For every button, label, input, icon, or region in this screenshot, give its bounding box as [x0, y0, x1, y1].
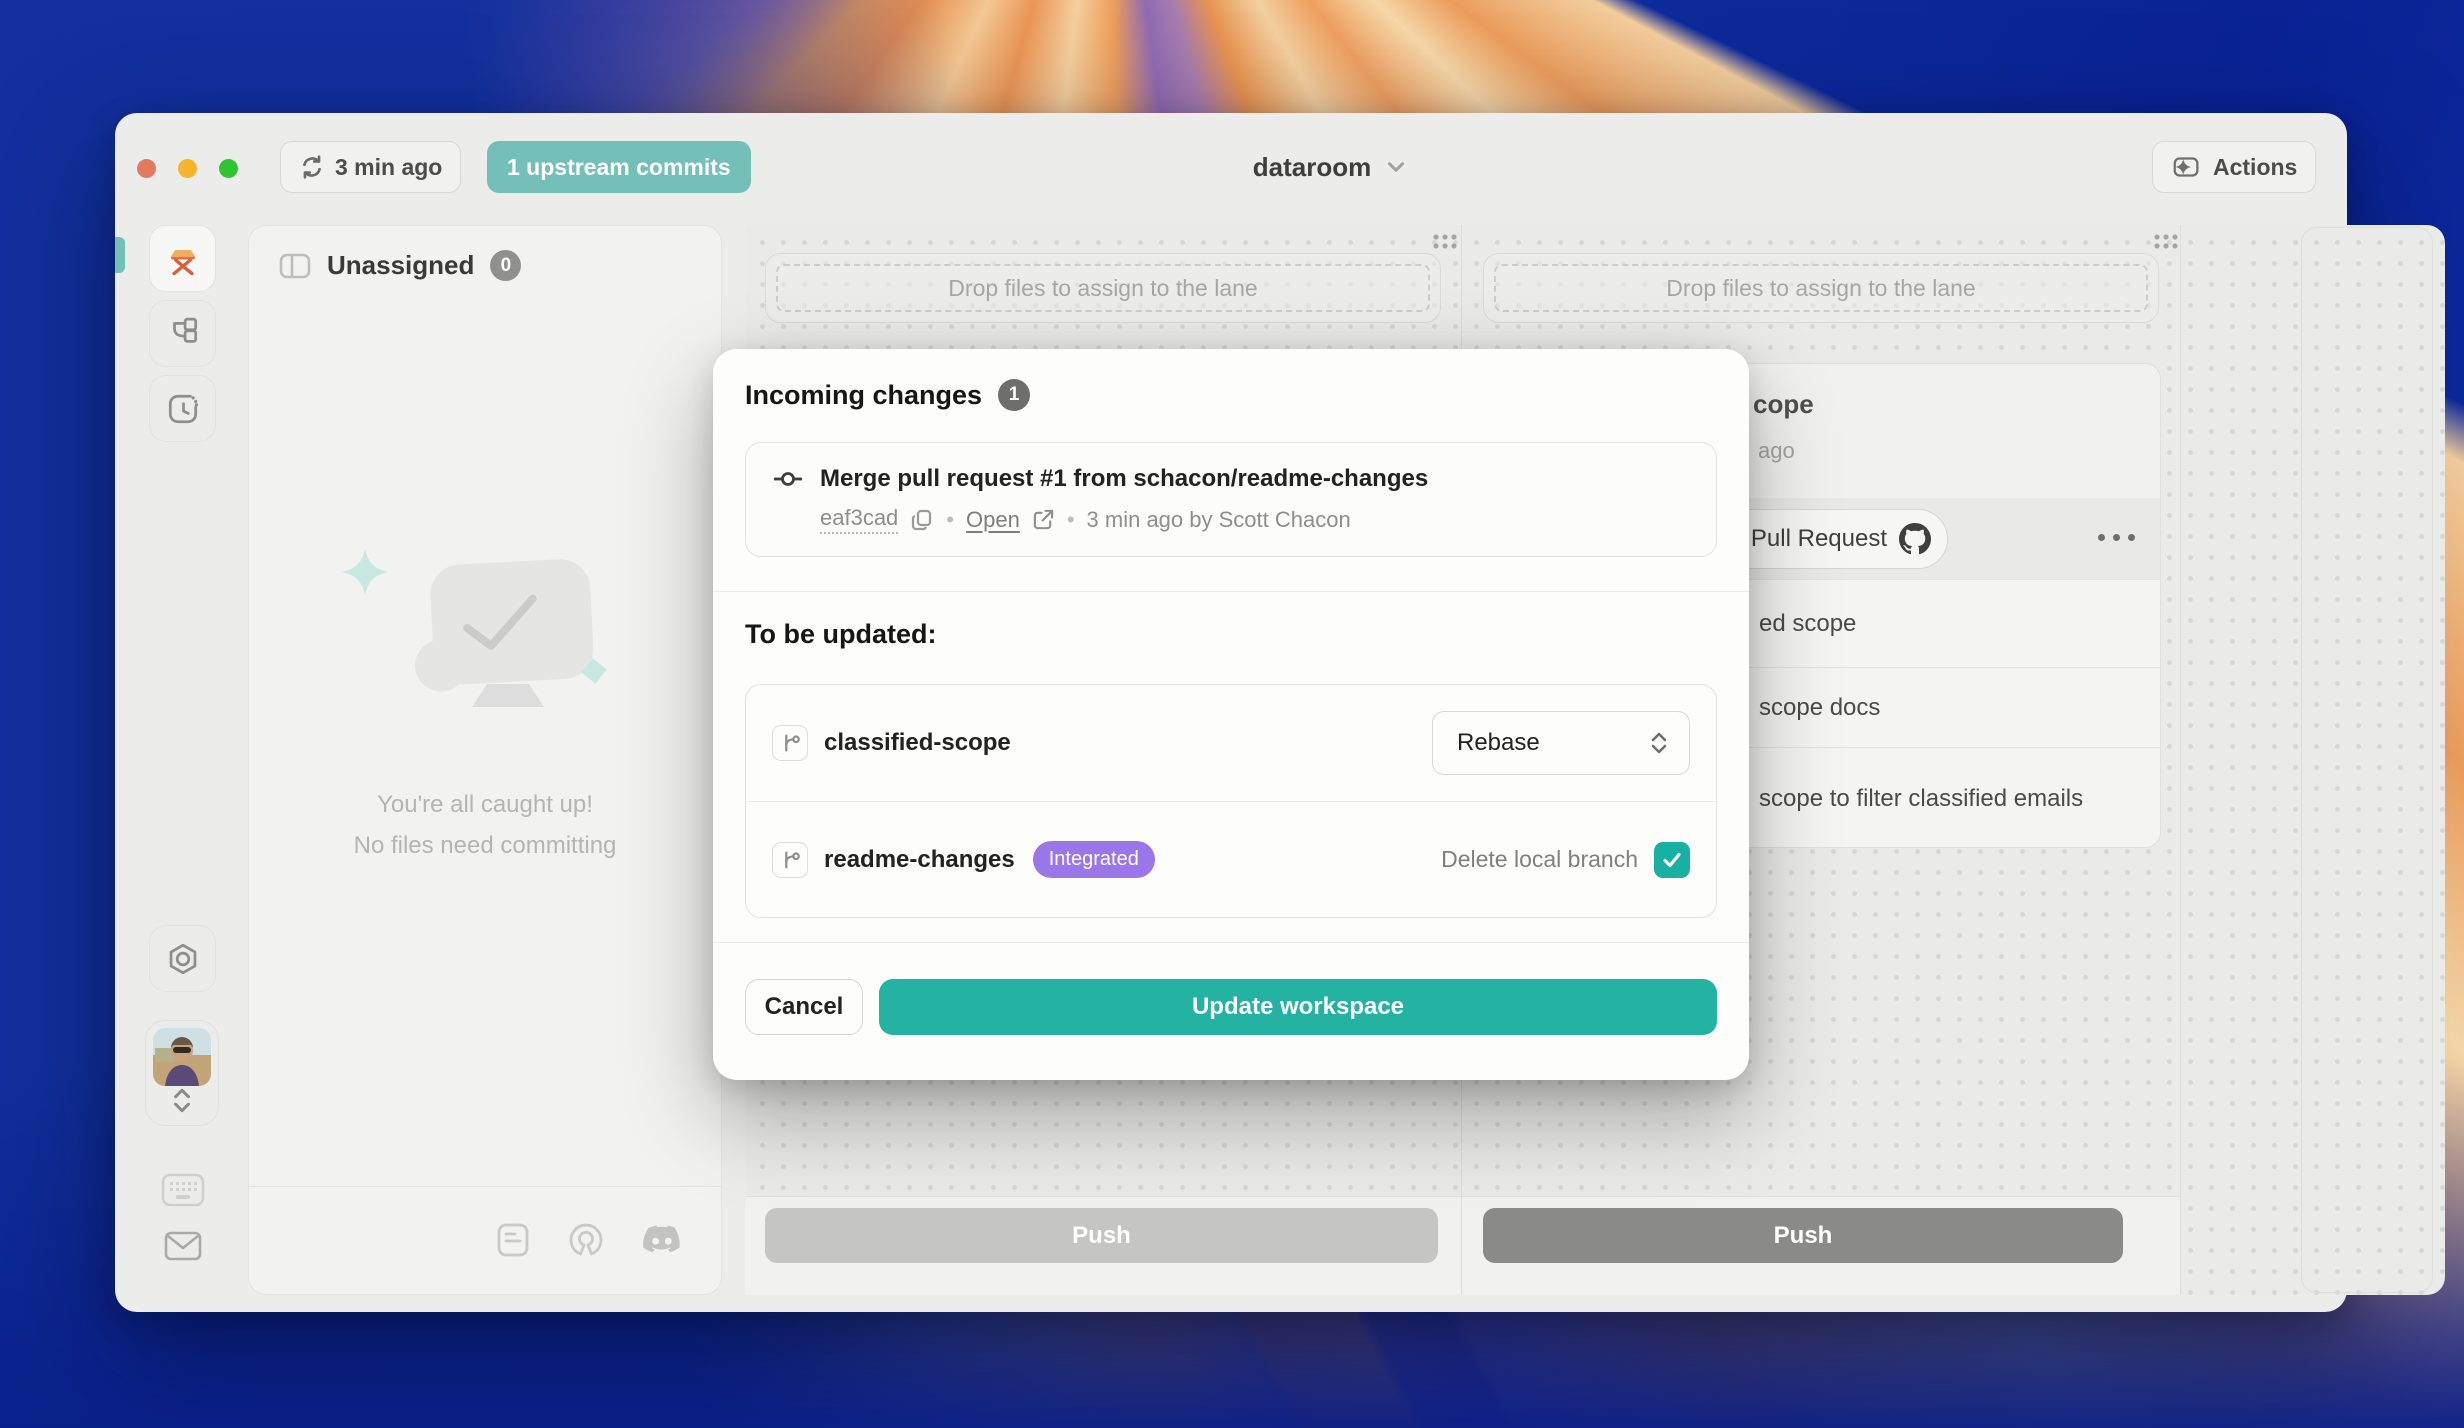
rail-branches-button[interactable]	[149, 300, 216, 367]
check-icon	[1660, 848, 1684, 872]
lane1-dropzone[interactable]: Drop files to assign to the lane	[765, 253, 1441, 323]
history-clock-icon	[165, 391, 201, 427]
modal-divider	[713, 591, 1749, 592]
incoming-changes-modal: Incoming changes 1 Merge pull request #1…	[713, 349, 1749, 1080]
discord-icon	[641, 1224, 683, 1256]
gear-icon	[165, 941, 201, 977]
discord-button[interactable]	[641, 1224, 683, 1261]
mail-icon	[164, 1231, 202, 1261]
incoming-commit-card: Merge pull request #1 from schacon/readm…	[745, 442, 1717, 557]
lane2-push-button[interactable]: Push	[1483, 1208, 2123, 1263]
fetch-status-button[interactable]: 3 min ago	[280, 141, 461, 193]
rail-history-button[interactable]	[149, 375, 216, 442]
github-icon	[1899, 523, 1931, 555]
ai-actions-icon	[2171, 151, 2203, 183]
integrated-status-badge: Integrated	[1033, 841, 1155, 878]
branch-card-title-fragment: cope	[1753, 389, 1814, 420]
open-source-icon	[567, 1221, 605, 1259]
branch-row-readme-changes: readme-changes Integrated Delete local b…	[746, 801, 1716, 917]
actions-label: Actions	[2213, 154, 2297, 181]
modal-header: Incoming changes 1	[745, 379, 1717, 411]
desktop: 3 min ago 1 upstream commits dataroom	[0, 0, 2464, 1428]
to-be-updated-title: To be updated:	[745, 619, 1717, 650]
lane-divider	[2180, 225, 2181, 1295]
select-chevrons-icon	[1647, 729, 1671, 757]
branch-icon	[772, 842, 808, 878]
unassigned-panel: Unassigned 0 You're all caught up! No fi…	[248, 225, 722, 1295]
lane2-dropzone[interactable]: Drop files to assign to the lane	[1483, 253, 2159, 323]
incoming-count-badge: 1	[998, 379, 1030, 411]
changelog-button[interactable]	[495, 1222, 531, 1263]
zoom-window-button[interactable]	[219, 159, 238, 178]
update-workspace-button[interactable]: Update workspace	[879, 979, 1717, 1035]
project-switcher[interactable]: dataroom	[1253, 152, 1409, 183]
panel-footer-links	[495, 1221, 683, 1264]
unassigned-count-badge: 0	[490, 250, 521, 281]
branch-card-time-fragment: ago	[1758, 438, 1795, 464]
chevron-up-down-icon	[169, 1086, 195, 1116]
fetch-time-label: 3 min ago	[335, 154, 442, 181]
lane1-push-button[interactable]: Push	[765, 1208, 1438, 1263]
modal-title: Incoming changes	[745, 380, 982, 411]
close-window-button[interactable]	[137, 159, 156, 178]
upstream-commits-badge[interactable]: 1 upstream commits	[487, 141, 751, 193]
settings-button[interactable]	[149, 925, 216, 992]
modal-divider	[713, 942, 1749, 943]
user-account-switcher[interactable]	[145, 1020, 219, 1126]
empty-state-line1: You're all caught up!	[249, 791, 721, 819]
branches-to-update-list: classified-scope Rebase	[745, 684, 1717, 918]
open-source-button[interactable]	[567, 1221, 605, 1264]
lane2-drag-handle[interactable]	[2153, 233, 2178, 249]
branches-graph-icon	[165, 316, 201, 352]
branch-name: readme-changes	[824, 846, 1015, 874]
git-commit-icon	[772, 467, 806, 491]
sync-icon	[299, 154, 325, 180]
unassigned-title: Unassigned	[327, 250, 474, 281]
branch-icon	[772, 725, 808, 761]
copy-icon[interactable]	[910, 508, 934, 532]
chevron-down-icon	[1383, 154, 1409, 180]
external-link-icon	[1032, 508, 1055, 531]
branch-name: classified-scope	[824, 729, 1011, 757]
news-doc-icon	[495, 1222, 531, 1258]
commit-message-fragment: scope docs	[1759, 694, 1880, 722]
branch-row-classified-scope: classified-scope Rebase	[746, 685, 1716, 801]
modal-footer: Cancel Update workspace	[745, 979, 1717, 1035]
dropzone-label: Drop files to assign to the lane	[1666, 275, 1975, 302]
commit-sha[interactable]: eaf3cad	[820, 505, 898, 534]
more-options-button[interactable]	[2098, 534, 2135, 541]
caught-up-illustration	[337, 544, 637, 729]
active-page-indicator	[115, 237, 125, 273]
feedback-mail-button[interactable]	[149, 1231, 216, 1261]
pr-button-label-fragment: e Pull Request	[1731, 525, 1887, 553]
split-panel-icon	[279, 253, 311, 279]
cancel-button[interactable]: Cancel	[745, 979, 863, 1035]
empty-lane	[2301, 227, 2433, 1293]
update-action-select[interactable]: Rebase	[1432, 711, 1690, 775]
user-avatar	[153, 1028, 211, 1086]
commit-message-fragment: ed scope	[1759, 610, 1856, 638]
keyboard-shortcuts-button[interactable]	[149, 1173, 216, 1207]
pr-open-link[interactable]: Open	[966, 507, 1020, 533]
lane1-drag-handle[interactable]	[1432, 233, 1457, 249]
unassigned-header: Unassigned 0	[249, 226, 721, 281]
dropzone-label: Drop files to assign to the lane	[948, 275, 1257, 302]
lane2-footer: Push	[1462, 1196, 2180, 1295]
app-window: 3 min ago 1 upstream commits dataroom	[115, 113, 2347, 1312]
commit-byline: 3 min ago by Scott Chacon	[1087, 507, 1351, 533]
minimize-window-button[interactable]	[178, 159, 197, 178]
keyboard-icon	[161, 1173, 205, 1207]
workspace-stool-icon	[164, 240, 202, 278]
rail-workspace-button[interactable]	[149, 225, 216, 292]
empty-state-line2: No files need committing	[249, 832, 721, 860]
panel-footer-divider	[249, 1186, 721, 1187]
project-name: dataroom	[1253, 152, 1371, 183]
actions-button[interactable]: Actions	[2152, 141, 2316, 193]
commit-message: Merge pull request #1 from schacon/readm…	[820, 465, 1428, 493]
lane1-footer: Push	[745, 1196, 1461, 1295]
delete-local-branch-label: Delete local branch	[1441, 846, 1638, 873]
commit-message-fragment: scope to filter classified emails	[1759, 785, 2083, 813]
delete-local-branch-checkbox[interactable]	[1654, 842, 1690, 878]
